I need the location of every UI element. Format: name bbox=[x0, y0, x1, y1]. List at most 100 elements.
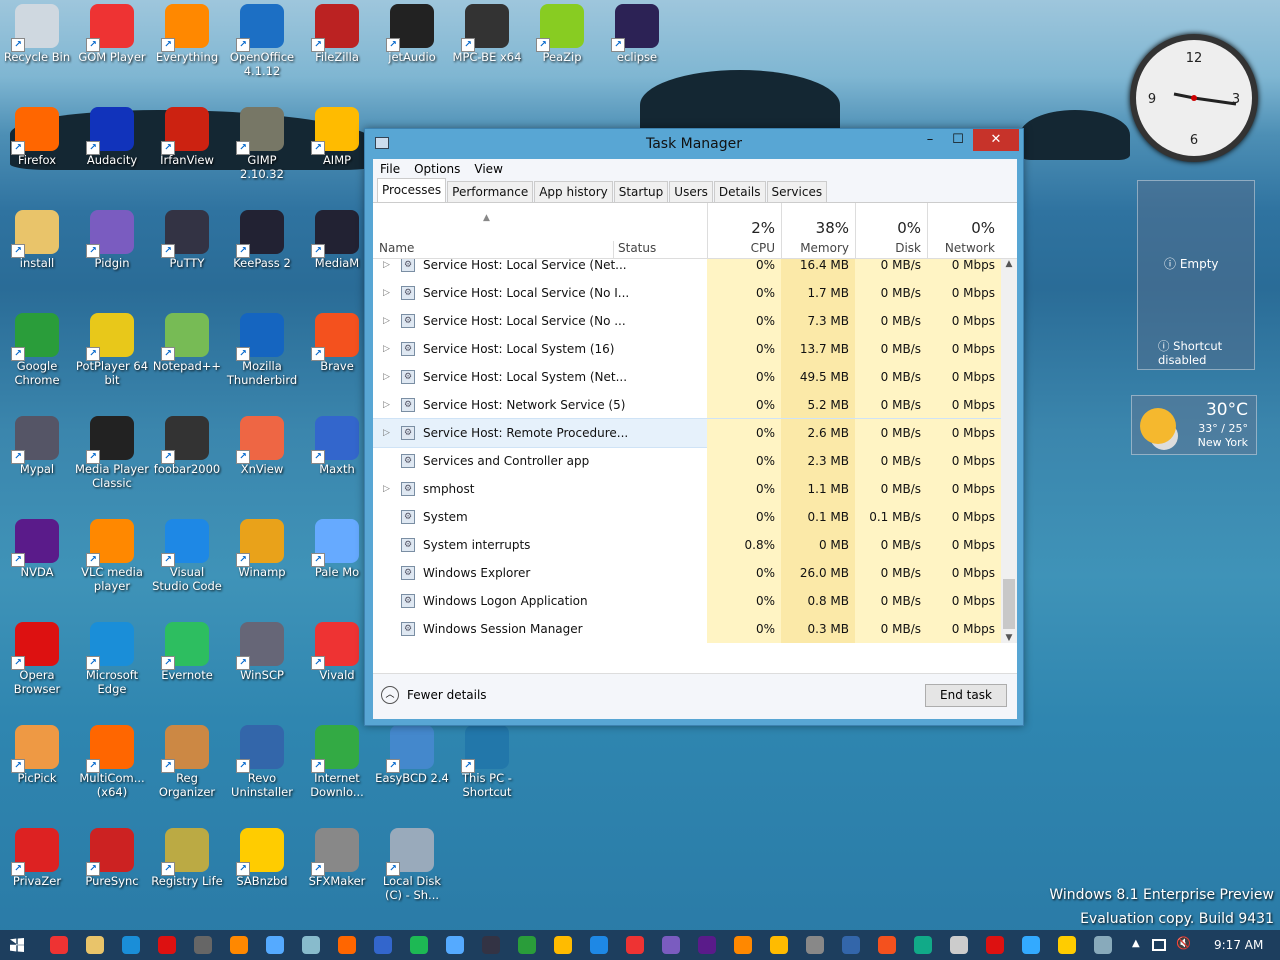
expand-arrow-icon[interactable]: ▷ bbox=[383, 391, 390, 419]
column-name[interactable]: Name bbox=[379, 241, 420, 255]
taskbar-app-icon[interactable] bbox=[158, 936, 176, 954]
scroll-down-icon[interactable]: ▼ bbox=[1001, 633, 1017, 643]
desktop-icon[interactable]: Media Player Classic bbox=[75, 412, 149, 508]
task-manager-window[interactable]: Task Manager – ☐ ✕ File Options View Pro… bbox=[364, 128, 1024, 726]
desktop-icon[interactable]: SFXMaker bbox=[300, 824, 374, 920]
process-row[interactable]: ▷ ⚙ Service Host: Local Service (No I... 0%… bbox=[373, 279, 1001, 307]
process-row[interactable]: ⚙ System 0% 0.1 MB 0.1 MB/s 0 Mbps bbox=[373, 503, 1001, 531]
taskbar-app-icon[interactable] bbox=[302, 936, 320, 954]
desktop-icon[interactable]: MultiCom... (x64) bbox=[75, 721, 149, 817]
desktop-icon[interactable]: KeePass 2 bbox=[225, 206, 299, 302]
minimize-button[interactable]: – bbox=[915, 129, 945, 151]
desktop-icon[interactable]: VLC media player bbox=[75, 515, 149, 611]
taskbar-app-icon[interactable] bbox=[86, 936, 104, 954]
desktop-icon[interactable]: Audacity bbox=[75, 103, 149, 199]
expand-arrow-icon[interactable]: ▷ bbox=[383, 335, 390, 363]
expand-arrow-icon[interactable]: ▷ bbox=[383, 363, 390, 391]
title-bar[interactable]: Task Manager – ☐ ✕ bbox=[365, 129, 1023, 159]
desktop-icon[interactable]: jetAudio bbox=[375, 0, 449, 96]
desktop-icon[interactable]: Visual Studio Code bbox=[150, 515, 224, 611]
clock-gadget[interactable]: 12 3 6 9 bbox=[1130, 34, 1258, 162]
taskbar-app-icon[interactable] bbox=[194, 936, 212, 954]
maximize-button[interactable]: ☐ bbox=[943, 129, 973, 151]
desktop-icon[interactable]: GIMP 2.10.32 bbox=[225, 103, 299, 199]
expand-arrow-icon[interactable]: ▷ bbox=[383, 307, 390, 335]
desktop-icon[interactable]: EasyBCD 2.4 bbox=[375, 721, 449, 817]
column-memory[interactable]: 38% Memory bbox=[781, 203, 855, 259]
desktop-icon[interactable]: Firefox bbox=[0, 103, 74, 199]
desktop-icon[interactable]: PuTTY bbox=[150, 206, 224, 302]
column-cpu[interactable]: 2% CPU bbox=[707, 203, 781, 259]
tab-performance[interactable]: Performance bbox=[447, 181, 534, 202]
taskbar-app-icon[interactable] bbox=[698, 936, 716, 954]
taskbar-app-icon[interactable] bbox=[878, 936, 896, 954]
taskbar-app-icon[interactable] bbox=[662, 936, 680, 954]
desktop-icon[interactable]: Recycle Bin bbox=[0, 0, 74, 96]
process-row[interactable]: ▷ ⚙ Service Host: Local Service (No ... 0% 7… bbox=[373, 307, 1001, 335]
tab-processes[interactable]: Processes bbox=[377, 178, 447, 202]
desktop-icon[interactable]: SABnzbd bbox=[225, 824, 299, 920]
expand-arrow-icon[interactable]: ▷ bbox=[383, 475, 390, 503]
desktop-icon[interactable]: PicPick bbox=[0, 721, 74, 817]
menu-file[interactable]: File bbox=[380, 162, 400, 176]
network-icon[interactable] bbox=[1152, 939, 1166, 951]
desktop-icon[interactable]: AIMP bbox=[300, 103, 374, 199]
desktop-icon[interactable]: Pale Mo bbox=[300, 515, 374, 611]
tab-app-history[interactable]: App history bbox=[534, 181, 613, 202]
process-row[interactable]: ▷ ⚙ Service Host: Local System (16) 0% 13.7 … bbox=[373, 335, 1001, 363]
desktop-icon[interactable]: foobar2000 bbox=[150, 412, 224, 508]
taskbar-app-icon[interactable] bbox=[230, 936, 248, 954]
desktop-icon[interactable]: XnView bbox=[225, 412, 299, 508]
taskbar-app-icon[interactable] bbox=[50, 936, 68, 954]
taskbar-app-icon[interactable] bbox=[842, 936, 860, 954]
desktop-icon[interactable]: PotPlayer 64 bit bbox=[75, 309, 149, 405]
menu-view[interactable]: View bbox=[474, 162, 502, 176]
desktop-icon[interactable]: Revo Uninstaller bbox=[225, 721, 299, 817]
desktop-icon[interactable]: MediaM bbox=[300, 206, 374, 302]
column-network[interactable]: 0% Network bbox=[927, 203, 1001, 259]
desktop-icon[interactable]: Mozilla Thunderbird bbox=[225, 309, 299, 405]
taskbar-app-icon[interactable] bbox=[626, 936, 644, 954]
desktop-icon[interactable]: Mypal bbox=[0, 412, 74, 508]
desktop-icon[interactable]: Registry Life bbox=[150, 824, 224, 920]
taskbar-app-icon[interactable] bbox=[806, 936, 824, 954]
tray-up-icon[interactable]: ▲ bbox=[1132, 938, 1140, 949]
process-row[interactable]: ▷ ⚙ Service Host: Network Service (5) 0% 5.2… bbox=[373, 391, 1001, 419]
process-row[interactable]: ▷ ⚙ smphost 0% 1.1 MB 0 MB/s 0 Mbps bbox=[373, 475, 1001, 503]
tab-users[interactable]: Users bbox=[669, 181, 713, 202]
scroll-up-icon[interactable]: ▲ bbox=[1001, 259, 1017, 269]
process-row[interactable]: ⚙ Windows Logon Application 0% 0.8 MB 0 MB/s… bbox=[373, 587, 1001, 615]
desktop-icon[interactable]: Internet Downlo... bbox=[300, 721, 374, 817]
taskbar-app-icon[interactable] bbox=[554, 936, 572, 954]
desktop-icon[interactable]: This PC - Shortcut bbox=[450, 721, 524, 817]
desktop-icon[interactable]: Microsoft Edge bbox=[75, 618, 149, 714]
desktop-icon[interactable]: FileZilla bbox=[300, 0, 374, 96]
taskbar-app-icon[interactable] bbox=[986, 936, 1004, 954]
desktop-icon[interactable]: GOM Player bbox=[75, 0, 149, 96]
vertical-scrollbar[interactable]: ▲ ▼ bbox=[1001, 259, 1017, 643]
desktop-icon[interactable]: PeaZip bbox=[525, 0, 599, 96]
desktop-icon[interactable]: PrivaZer bbox=[0, 824, 74, 920]
taskbar-app-icon[interactable] bbox=[266, 936, 284, 954]
desktop-icon[interactable]: Local Disk (C) - Sh... bbox=[375, 824, 449, 920]
taskbar-app-icon[interactable] bbox=[914, 936, 932, 954]
expand-arrow-icon[interactable]: ▷ bbox=[383, 259, 390, 279]
desktop-icon[interactable]: PureSync bbox=[75, 824, 149, 920]
taskbar-app-icon[interactable] bbox=[338, 936, 356, 954]
process-row[interactable]: ⚙ Windows Session Manager 0% 0.3 MB 0 MB/s 0 … bbox=[373, 615, 1001, 643]
tab-details[interactable]: Details bbox=[713, 181, 766, 202]
tab-startup[interactable]: Startup bbox=[613, 181, 669, 202]
taskbar-app-icon[interactable] bbox=[1058, 936, 1076, 954]
taskbar-app-icon[interactable] bbox=[734, 936, 752, 954]
expand-arrow-icon[interactable]: ▷ bbox=[383, 279, 390, 307]
column-disk[interactable]: 0% Disk bbox=[855, 203, 927, 259]
collapse-chevron-icon[interactable]: ︿ bbox=[381, 686, 399, 704]
close-button[interactable]: ✕ bbox=[973, 129, 1019, 151]
fewer-details-link[interactable]: Fewer details bbox=[407, 688, 487, 702]
start-icon[interactable] bbox=[10, 938, 24, 952]
process-row[interactable]: ⚙ Services and Controller app 0% 2.3 MB 0 MB… bbox=[373, 447, 1001, 475]
taskbar-app-icon[interactable] bbox=[590, 936, 608, 954]
desktop-icon[interactable]: WinSCP bbox=[225, 618, 299, 714]
desktop-icon[interactable]: install bbox=[0, 206, 74, 302]
process-row[interactable]: ▷ ⚙ Service Host: Local Service (Net... 0% 1… bbox=[373, 259, 1001, 279]
